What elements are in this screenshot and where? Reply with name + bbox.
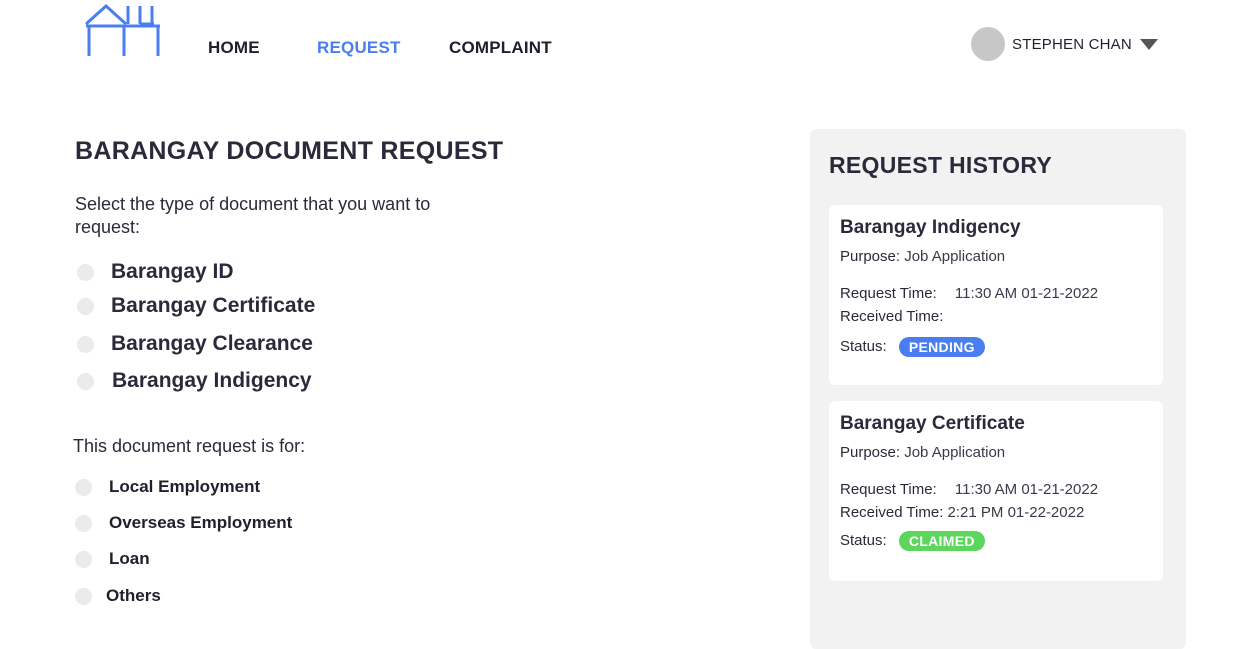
purpose-option-overseas[interactable]: Overseas Employment xyxy=(75,513,292,533)
purpose-option-others[interactable]: Others xyxy=(75,586,161,606)
purpose-prompt: This document request is for: xyxy=(73,436,306,456)
request-time-line: Request Time: 11:30 AM 01-21-2022 xyxy=(840,481,1098,498)
received-time-line: Received Time: 2:21 PM 01-22-2022 xyxy=(840,504,1084,521)
document-type-prompt: Select the type of document that you wan… xyxy=(75,194,431,237)
request-time-value: 11:30 AM 01-21-2022 xyxy=(954,481,1099,498)
radio-button[interactable] xyxy=(77,263,94,281)
purpose-option-label: Loan xyxy=(109,549,150,568)
avatar xyxy=(971,27,1005,61)
request-time-key: Request Time: xyxy=(840,481,937,498)
purpose-option-label: Overseas Employment xyxy=(109,513,293,532)
document-option-id[interactable]: Barangay ID xyxy=(77,260,234,284)
nav-request[interactable]: REQUEST xyxy=(317,38,401,58)
history-card[interactable]: Barangay Indigency Purpose: Job Applicat… xyxy=(829,205,1163,385)
user-name: STEPHEN CHAN xyxy=(1012,35,1132,53)
purpose-value: Job Application xyxy=(904,444,1006,461)
status-badge: PENDING xyxy=(898,337,985,357)
history-card-title: Barangay Indigency xyxy=(840,217,1021,238)
purpose-option-local[interactable]: Local Employment xyxy=(75,477,260,497)
request-time-line: Request Time: 11:30 AM 01-21-2022 xyxy=(840,285,1098,302)
document-option-label: Barangay ID xyxy=(111,260,234,283)
purpose-key: Purpose: xyxy=(840,444,901,461)
purpose-option-label: Local Employment xyxy=(109,477,261,496)
request-history-panel: REQUEST HISTORY Barangay Indigency Purpo… xyxy=(810,129,1186,649)
purpose-option-label: Others xyxy=(106,586,161,605)
received-time-value: 2:21 PM 01-22-2022 xyxy=(947,504,1085,521)
radio-button[interactable] xyxy=(75,587,92,605)
house-logo-icon xyxy=(84,3,160,56)
radio-button[interactable] xyxy=(75,550,92,568)
radio-button[interactable] xyxy=(77,297,94,315)
purpose-line: Purpose: Job Application xyxy=(840,444,1005,461)
radio-button[interactable] xyxy=(77,372,94,390)
radio-button[interactable] xyxy=(77,335,94,353)
document-option-label: Barangay Certificate xyxy=(111,294,316,317)
document-option-label: Barangay Indigency xyxy=(112,369,312,392)
received-time-line: Received Time: xyxy=(840,308,943,325)
status-key: Status: xyxy=(840,531,887,549)
user-menu[interactable]: STEPHEN CHAN xyxy=(971,27,1158,61)
received-time-key: Received Time: xyxy=(840,504,944,521)
received-time-key: Received Time: xyxy=(840,308,944,325)
purpose-key: Purpose: xyxy=(840,248,901,265)
page-title: BARANGAY DOCUMENT REQUEST xyxy=(75,137,504,165)
history-card-title: Barangay Certificate xyxy=(840,413,1025,434)
request-history-title: REQUEST HISTORY xyxy=(829,152,1053,178)
document-option-indigency[interactable]: Barangay Indigency xyxy=(77,369,312,393)
radio-button[interactable] xyxy=(75,478,92,496)
purpose-value: Job Application xyxy=(904,248,1006,265)
purpose-option-loan[interactable]: Loan xyxy=(75,549,150,569)
document-option-label: Barangay Clearance xyxy=(111,332,313,355)
status-line: Status: CLAIMED xyxy=(840,531,985,551)
status-badge: CLAIMED xyxy=(898,531,985,551)
chevron-down-icon[interactable] xyxy=(1139,38,1158,50)
document-option-certificate[interactable]: Barangay Certificate xyxy=(77,294,315,318)
request-time-key: Request Time: xyxy=(840,285,937,302)
status-key: Status: xyxy=(840,337,887,355)
nav-home[interactable]: HOME xyxy=(208,38,260,58)
radio-button[interactable] xyxy=(75,514,92,532)
history-card[interactable]: Barangay Certificate Purpose: Job Applic… xyxy=(829,401,1163,581)
request-time-value: 11:30 AM 01-21-2022 xyxy=(954,285,1099,302)
purpose-line: Purpose: Job Application xyxy=(840,248,1005,265)
document-option-clearance[interactable]: Barangay Clearance xyxy=(77,332,313,356)
status-line: Status: PENDING xyxy=(840,337,985,357)
nav-complaint[interactable]: COMPLAINT xyxy=(449,38,552,58)
